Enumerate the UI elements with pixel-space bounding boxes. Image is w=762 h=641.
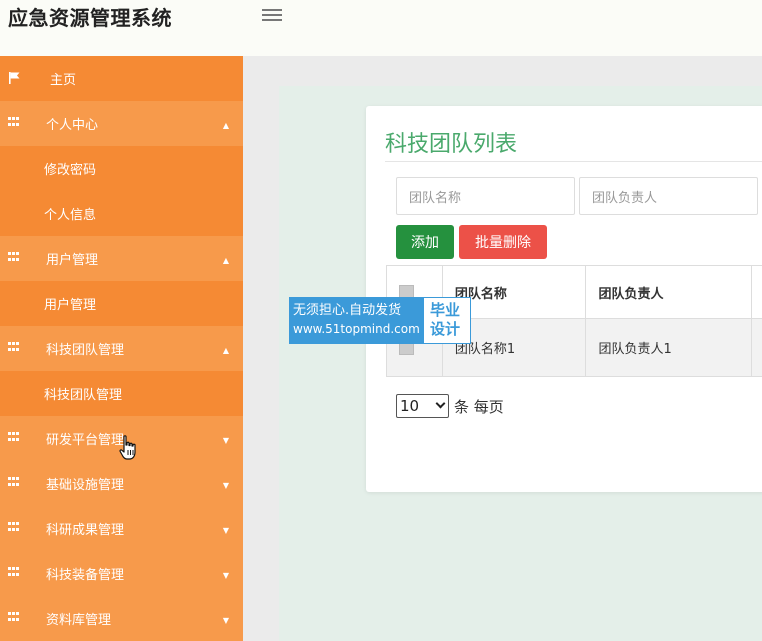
grid-icon [8, 432, 20, 443]
sidebar-item-label: 科技装备管理 [46, 568, 125, 583]
chevron-down-icon: ▼ [222, 571, 229, 580]
sidebar-item-change-password[interactable]: 修改密码 [0, 146, 243, 191]
page-title: 科技团队列表 [385, 132, 518, 157]
sidebar-item-tech-team-management[interactable]: 科技团队管理 ▲ [0, 326, 243, 371]
sidebar-item-label: 修改密码 [44, 163, 97, 178]
sidebar-item-personal-info[interactable]: 个人信息 [0, 191, 243, 236]
sidebar-item-label: 个人中心 [46, 118, 99, 133]
add-button[interactable]: 添加 [396, 225, 454, 259]
watermark-line1: 无须担心.自动发货 [293, 303, 402, 318]
grid-icon [8, 567, 20, 578]
sidebar-item-label: 科技团队管理 [46, 343, 125, 358]
sidebar-item-personal-center[interactable]: 个人中心 ▲ [0, 101, 243, 146]
cell-more [752, 319, 762, 377]
flag-icon [9, 72, 20, 84]
watermark-banner: 无须担心.自动发货 www.51topmind.com 毕业 设计 [289, 297, 471, 344]
per-page-label: 条 每页 [454, 398, 504, 416]
cell-leader: 团队负责人1 [586, 319, 753, 377]
grid-icon [8, 612, 20, 623]
grid-icon [8, 342, 20, 353]
grid-icon [8, 477, 20, 488]
sidebar-item-user-management[interactable]: 用户管理 ▲ [0, 236, 243, 281]
chevron-down-icon: ▼ [222, 616, 229, 625]
column-header-leader: 团队负责人 [586, 266, 753, 319]
page-size-value: 10 [400, 397, 420, 415]
batch-delete-button[interactable]: 批量删除 [459, 225, 547, 259]
grid-icon [8, 522, 20, 533]
sidebar-item-home[interactable]: 主页 [0, 56, 243, 101]
sidebar-item-infrastructure[interactable]: 基础设施管理 ▼ [0, 461, 243, 506]
sidebar-item-label: 资料库管理 [46, 613, 112, 628]
chevron-up-icon: ▲ [222, 121, 229, 130]
sidebar: 主页 个人中心 ▲ 修改密码 个人信息 用户管理 ▲ 用户管理 科技团队管理 ▲… [0, 56, 243, 641]
team-name-search-input[interactable]: 团队名称 [396, 177, 575, 215]
chevron-up-icon: ▲ [222, 346, 229, 355]
sidebar-item-label: 基础设施管理 [46, 478, 125, 493]
watermark-badge-line1: 毕业 [430, 301, 461, 319]
sidebar-item-tech-equipment[interactable]: 科技装备管理 ▼ [0, 551, 243, 596]
sidebar-item-user-management-sub[interactable]: 用户管理 [0, 281, 243, 326]
sidebar-item-research-results[interactable]: 科研成果管理 ▼ [0, 506, 243, 551]
top-header: 应急资源管理系统 [0, 0, 762, 56]
watermark-badge-line2: 设计 [430, 320, 461, 338]
grid-icon [8, 252, 20, 263]
sidebar-item-label: 个人信息 [44, 208, 97, 223]
watermark-text: 无须担心.自动发货 www.51topmind.com [289, 297, 423, 344]
divider [385, 161, 762, 162]
chevron-down-icon [435, 398, 446, 409]
leader-search-input[interactable]: 团队负责人 [579, 177, 758, 215]
menu-toggle-icon[interactable] [262, 6, 282, 22]
chevron-down-icon: ▼ [222, 526, 229, 535]
sidebar-item-label: 科研成果管理 [46, 523, 125, 538]
sidebar-item-label: 主页 [50, 73, 77, 88]
sidebar-item-label: 用户管理 [44, 298, 97, 313]
grid-icon [8, 117, 20, 128]
chevron-down-icon: ▼ [222, 436, 229, 445]
hand-cursor-icon [119, 435, 136, 460]
page-size-select[interactable]: 10 [396, 394, 449, 418]
watermark-line2: www.51topmind.com [293, 322, 420, 336]
chevron-down-icon: ▼ [222, 481, 229, 490]
column-header-more [752, 266, 762, 319]
sidebar-item-tech-team-management-sub[interactable]: 科技团队管理 [0, 371, 243, 416]
sidebar-item-label: 用户管理 [46, 253, 99, 268]
chevron-up-icon: ▲ [222, 256, 229, 265]
sidebar-item-label: 科技团队管理 [44, 388, 123, 403]
app-title: 应急资源管理系统 [8, 6, 172, 30]
watermark-badge: 毕业 设计 [423, 297, 471, 344]
sidebar-item-library[interactable]: 资料库管理 ▼ [0, 596, 243, 641]
sidebar-item-label: 研发平台管理 [46, 433, 125, 448]
